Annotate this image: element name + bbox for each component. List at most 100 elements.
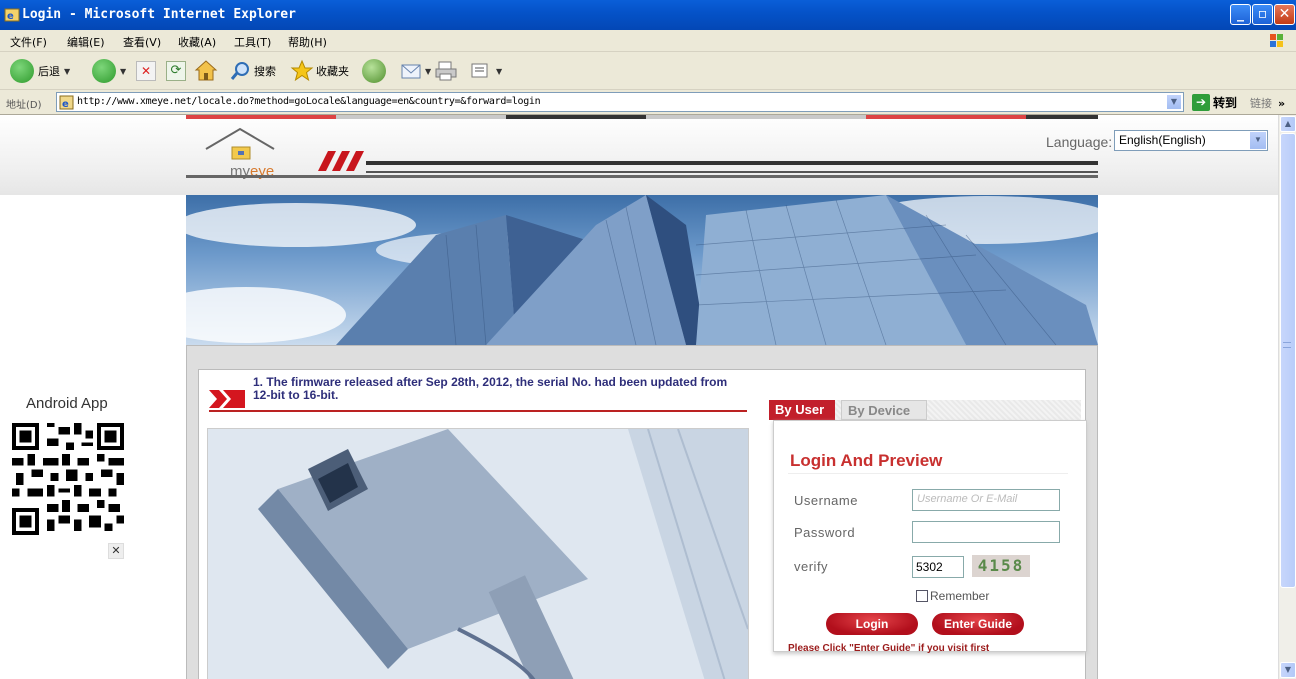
close-button[interactable]: ✕ <box>1274 4 1295 25</box>
back-label: 后退 <box>38 65 60 78</box>
address-dropdown-icon[interactable]: ▼ <box>1166 94 1182 110</box>
page-icon: e <box>59 95 74 110</box>
back-button[interactable]: 后退 ▼ <box>10 57 70 85</box>
firmware-notice: 1. The firmware released after Sep 28th,… <box>253 375 728 402</box>
scroll-up-icon[interactable]: ▲ <box>1280 116 1296 132</box>
address-label: 地址(D) <box>6 100 42 111</box>
password-label: Password <box>794 525 856 540</box>
edit-button[interactable]: ▼ <box>470 57 502 85</box>
forward-button[interactable]: ▼ <box>92 57 126 85</box>
login-button[interactable]: Login <box>826 613 918 635</box>
refresh-button[interactable]: ⟳ <box>166 57 186 85</box>
password-input[interactable] <box>912 521 1060 543</box>
site-header: myeye Language: English(English) ▼ <box>0 115 1278 195</box>
stop-button[interactable]: ✕ <box>136 57 156 85</box>
menu-tools[interactable]: 工具(T) <box>234 34 271 50</box>
forward-dropdown-icon[interactable]: ▼ <box>120 67 126 76</box>
favorites-label: 收藏夹 <box>316 65 349 78</box>
skyscrapers-illustration <box>186 195 1098 345</box>
verify-label: verify <box>794 559 829 574</box>
print-icon <box>435 61 457 81</box>
vertical-scrollbar[interactable]: ▲ ▼ <box>1278 115 1296 679</box>
toolbar: 后退 ▼ ▼ ✕ ⟳ 搜索 收藏夹 ▼ ▼ <box>0 52 1296 90</box>
login-form: Login And Preview Username Username Or E… <box>773 420 1087 654</box>
chevron-right-icon: » <box>1278 97 1286 110</box>
tab-by-device[interactable]: By Device <box>841 400 927 420</box>
edit-dropdown-icon[interactable]: ▼ <box>496 67 502 76</box>
favorites-star-icon <box>290 59 314 82</box>
svg-text:e: e <box>7 11 14 22</box>
go-label: 转到 <box>1213 96 1238 110</box>
header-lines <box>186 161 1098 181</box>
house-logo-icon <box>205 127 275 160</box>
scroll-thumb[interactable] <box>1280 133 1296 588</box>
windows-logo-icon <box>1270 34 1283 47</box>
page-content: myeye Language: English(English) ▼ 1. Th… <box>0 115 1278 679</box>
forward-arrow-icon <box>92 59 116 83</box>
tab-by-user[interactable]: By User <box>769 400 835 420</box>
mail-icon <box>401 64 421 79</box>
mail-button[interactable]: ▼ <box>400 57 431 85</box>
remember-checkbox[interactable] <box>916 590 928 602</box>
window-titlebar: e Login - Microsoft Internet Explorer _ … <box>0 0 1296 30</box>
address-bar: 地址(D) e http://www.xmeye.net/locale.do?m… <box>0 90 1296 115</box>
menu-file[interactable]: 文件(F) <box>10 34 47 50</box>
home-button[interactable] <box>194 57 218 85</box>
search-label: 搜索 <box>254 65 276 78</box>
scroll-grip-icon <box>1283 342 1291 348</box>
qr-close-icon[interactable]: ✕ <box>108 543 124 559</box>
address-url: http://www.xmeye.net/locale.do?method=go… <box>77 96 541 107</box>
username-input[interactable]: Username Or E-Mail <box>912 489 1060 511</box>
refresh-icon: ⟳ <box>166 61 186 81</box>
address-input[interactable]: e http://www.xmeye.net/locale.do?method=… <box>56 92 1184 112</box>
android-app-label: Android App <box>26 395 108 412</box>
enter-guide-button[interactable]: Enter Guide <box>932 613 1024 635</box>
history-button[interactable] <box>362 57 386 85</box>
print-button[interactable] <box>434 57 458 85</box>
go-button[interactable]: ➔ 转到 <box>1192 94 1237 111</box>
language-select[interactable]: English(English) ▼ <box>1114 130 1268 151</box>
favorites-button[interactable]: 收藏夹 <box>290 57 349 85</box>
stop-icon: ✕ <box>136 61 156 81</box>
search-icon <box>230 62 249 80</box>
menu-view[interactable]: 查看(V) <box>123 34 161 50</box>
minimize-button[interactable]: _ <box>1230 4 1251 25</box>
history-icon <box>362 59 386 83</box>
svg-text:e: e <box>62 99 69 110</box>
login-title: Login And Preview <box>790 451 943 470</box>
qr-code-icon[interactable] <box>12 423 124 535</box>
menu-help[interactable]: 帮助(H) <box>288 34 327 50</box>
links-label: 链接 <box>1250 97 1272 110</box>
menu-edit[interactable]: 编辑(E) <box>67 34 105 50</box>
guide-hint: Please Click "Enter Guide" if you visit … <box>788 643 990 654</box>
mail-dropdown-icon[interactable]: ▼ <box>425 67 431 76</box>
login-title-divider <box>788 473 1068 474</box>
banner-image <box>186 195 1098 345</box>
menu-favorites[interactable]: 收藏(A) <box>178 34 216 50</box>
remember-option[interactable]: Remember <box>916 589 989 603</box>
language-selected-value: English(English) <box>1119 133 1206 147</box>
main-panel: 1. The firmware released after Sep 28th,… <box>186 345 1098 679</box>
username-label: Username <box>794 493 858 508</box>
links-button[interactable]: 链接 » <box>1250 95 1285 111</box>
captcha-image[interactable]: 4158 <box>972 555 1030 577</box>
edit-page-icon <box>471 63 488 78</box>
notice-arrow-icon <box>209 390 245 408</box>
scroll-down-icon[interactable]: ▼ <box>1280 662 1296 678</box>
back-arrow-icon <box>10 59 34 83</box>
go-arrow-icon: ➔ <box>1192 94 1210 111</box>
verify-input[interactable]: 5302 <box>912 556 964 578</box>
language-label: Language: <box>1046 134 1113 150</box>
search-button[interactable]: 搜索 <box>230 57 276 85</box>
window-title: Login - Microsoft Internet Explorer <box>22 7 296 22</box>
header-top-stripes <box>186 115 1098 119</box>
remember-label: Remember <box>930 589 990 603</box>
back-dropdown-icon[interactable]: ▼ <box>64 67 70 76</box>
camera-image <box>207 428 749 679</box>
cctv-camera-illustration <box>208 429 748 679</box>
ie-icon: e <box>4 8 20 22</box>
maximize-button[interactable]: ▫ <box>1252 4 1273 25</box>
notice-divider <box>209 410 747 412</box>
content-card: 1. The firmware released after Sep 28th,… <box>198 369 1087 679</box>
menu-bar: 文件(F) 编辑(E) 查看(V) 收藏(A) 工具(T) 帮助(H) <box>0 30 1296 52</box>
